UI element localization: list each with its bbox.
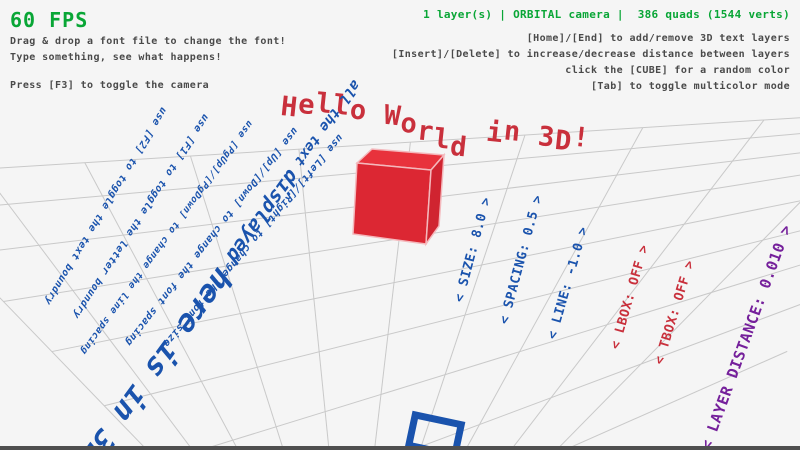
hint-layer-distance: [Insert]/[Delete] to increase/decrease d…: [392, 49, 790, 60]
hint-drag-drop: Drag & drop a font file to change the fo…: [10, 36, 286, 47]
cube-front-face: [353, 163, 431, 244]
title-char: !: [571, 122, 591, 155]
title-char: d: [449, 131, 469, 164]
hint-layers: [Home]/[End] to add/remove 3D text layer…: [527, 33, 790, 44]
stats-line: 1 layer(s) | ORBITAL camera | 386 quads …: [423, 8, 790, 21]
hint-multicolor: [Tab] to toggle multicolor mode: [591, 81, 790, 92]
hint-type: Type something, see what happens!: [10, 52, 222, 63]
cube[interactable]: [353, 149, 444, 244]
bottom-bar: [0, 446, 800, 450]
fps-counter: 60 FPS: [10, 8, 88, 32]
hint-cube-color: click the [CUBE] for a random color: [565, 65, 790, 76]
title-char: n: [502, 115, 522, 148]
3d-text-demo-viewport[interactable]: Hello World in 3D! all the text displaye…: [0, 0, 800, 450]
hint-toggle-camera: Press [F3] to toggle the camera: [10, 80, 209, 91]
